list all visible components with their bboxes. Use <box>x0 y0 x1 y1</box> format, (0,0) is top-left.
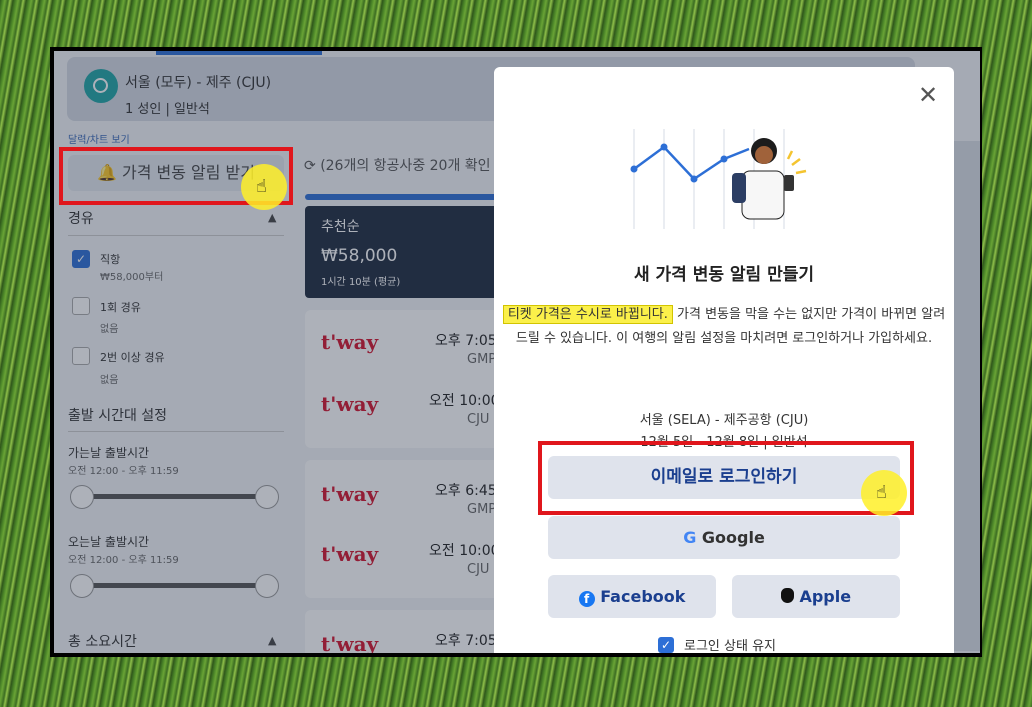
apple-icon <box>780 588 794 603</box>
keep-signed-in-label: 로그인 상태 유지 <box>684 639 776 653</box>
price-alert-modal: ✕ 새 가격 변동 알림 만들기 티켓 가격은 수시로 바뀝니다. 가격 변동을… <box>494 67 954 653</box>
highlighted-text: 티켓 가격은 수시로 바뀝니다. <box>502 305 673 324</box>
facebook-login-button[interactable]: f Facebook <box>548 575 716 618</box>
trip-route: 서울 (SELA) - 제주공항 (CJU) <box>639 413 809 428</box>
google-icon: G <box>683 528 697 547</box>
modal-title: 새 가격 변동 알림 만들기 <box>633 265 815 285</box>
apple-login-button[interactable]: Apple <box>732 575 900 618</box>
keep-signed-in-checkbox[interactable]: ✓ <box>658 637 674 653</box>
annotation-highlight-box <box>538 441 914 515</box>
facebook-label: Facebook <box>600 587 686 606</box>
pointer-cursor-icon: ☝ <box>876 482 887 503</box>
apple-label: Apple <box>799 587 852 606</box>
google-login-button[interactable]: G Google <box>548 516 900 559</box>
close-icon[interactable]: ✕ <box>918 81 938 109</box>
facebook-icon: f <box>578 591 595 607</box>
photo-background: { "header": {"route": "서울 (모두) - 제주 (CJU… <box>0 0 1032 707</box>
traveler-illustration-icon <box>630 129 807 229</box>
pointer-cursor-icon: ☝ <box>256 176 267 197</box>
google-label: Google <box>701 528 765 547</box>
modal-description: 티켓 가격은 수시로 바뀝니다. 가격 변동을 막을 수는 없지만 가격이 바뀌… <box>502 303 946 351</box>
app-window: 서울 (모두) - 제주 (CJU) 1 성인 | 일반석 달력/차트 보기 🔔… <box>54 51 980 653</box>
